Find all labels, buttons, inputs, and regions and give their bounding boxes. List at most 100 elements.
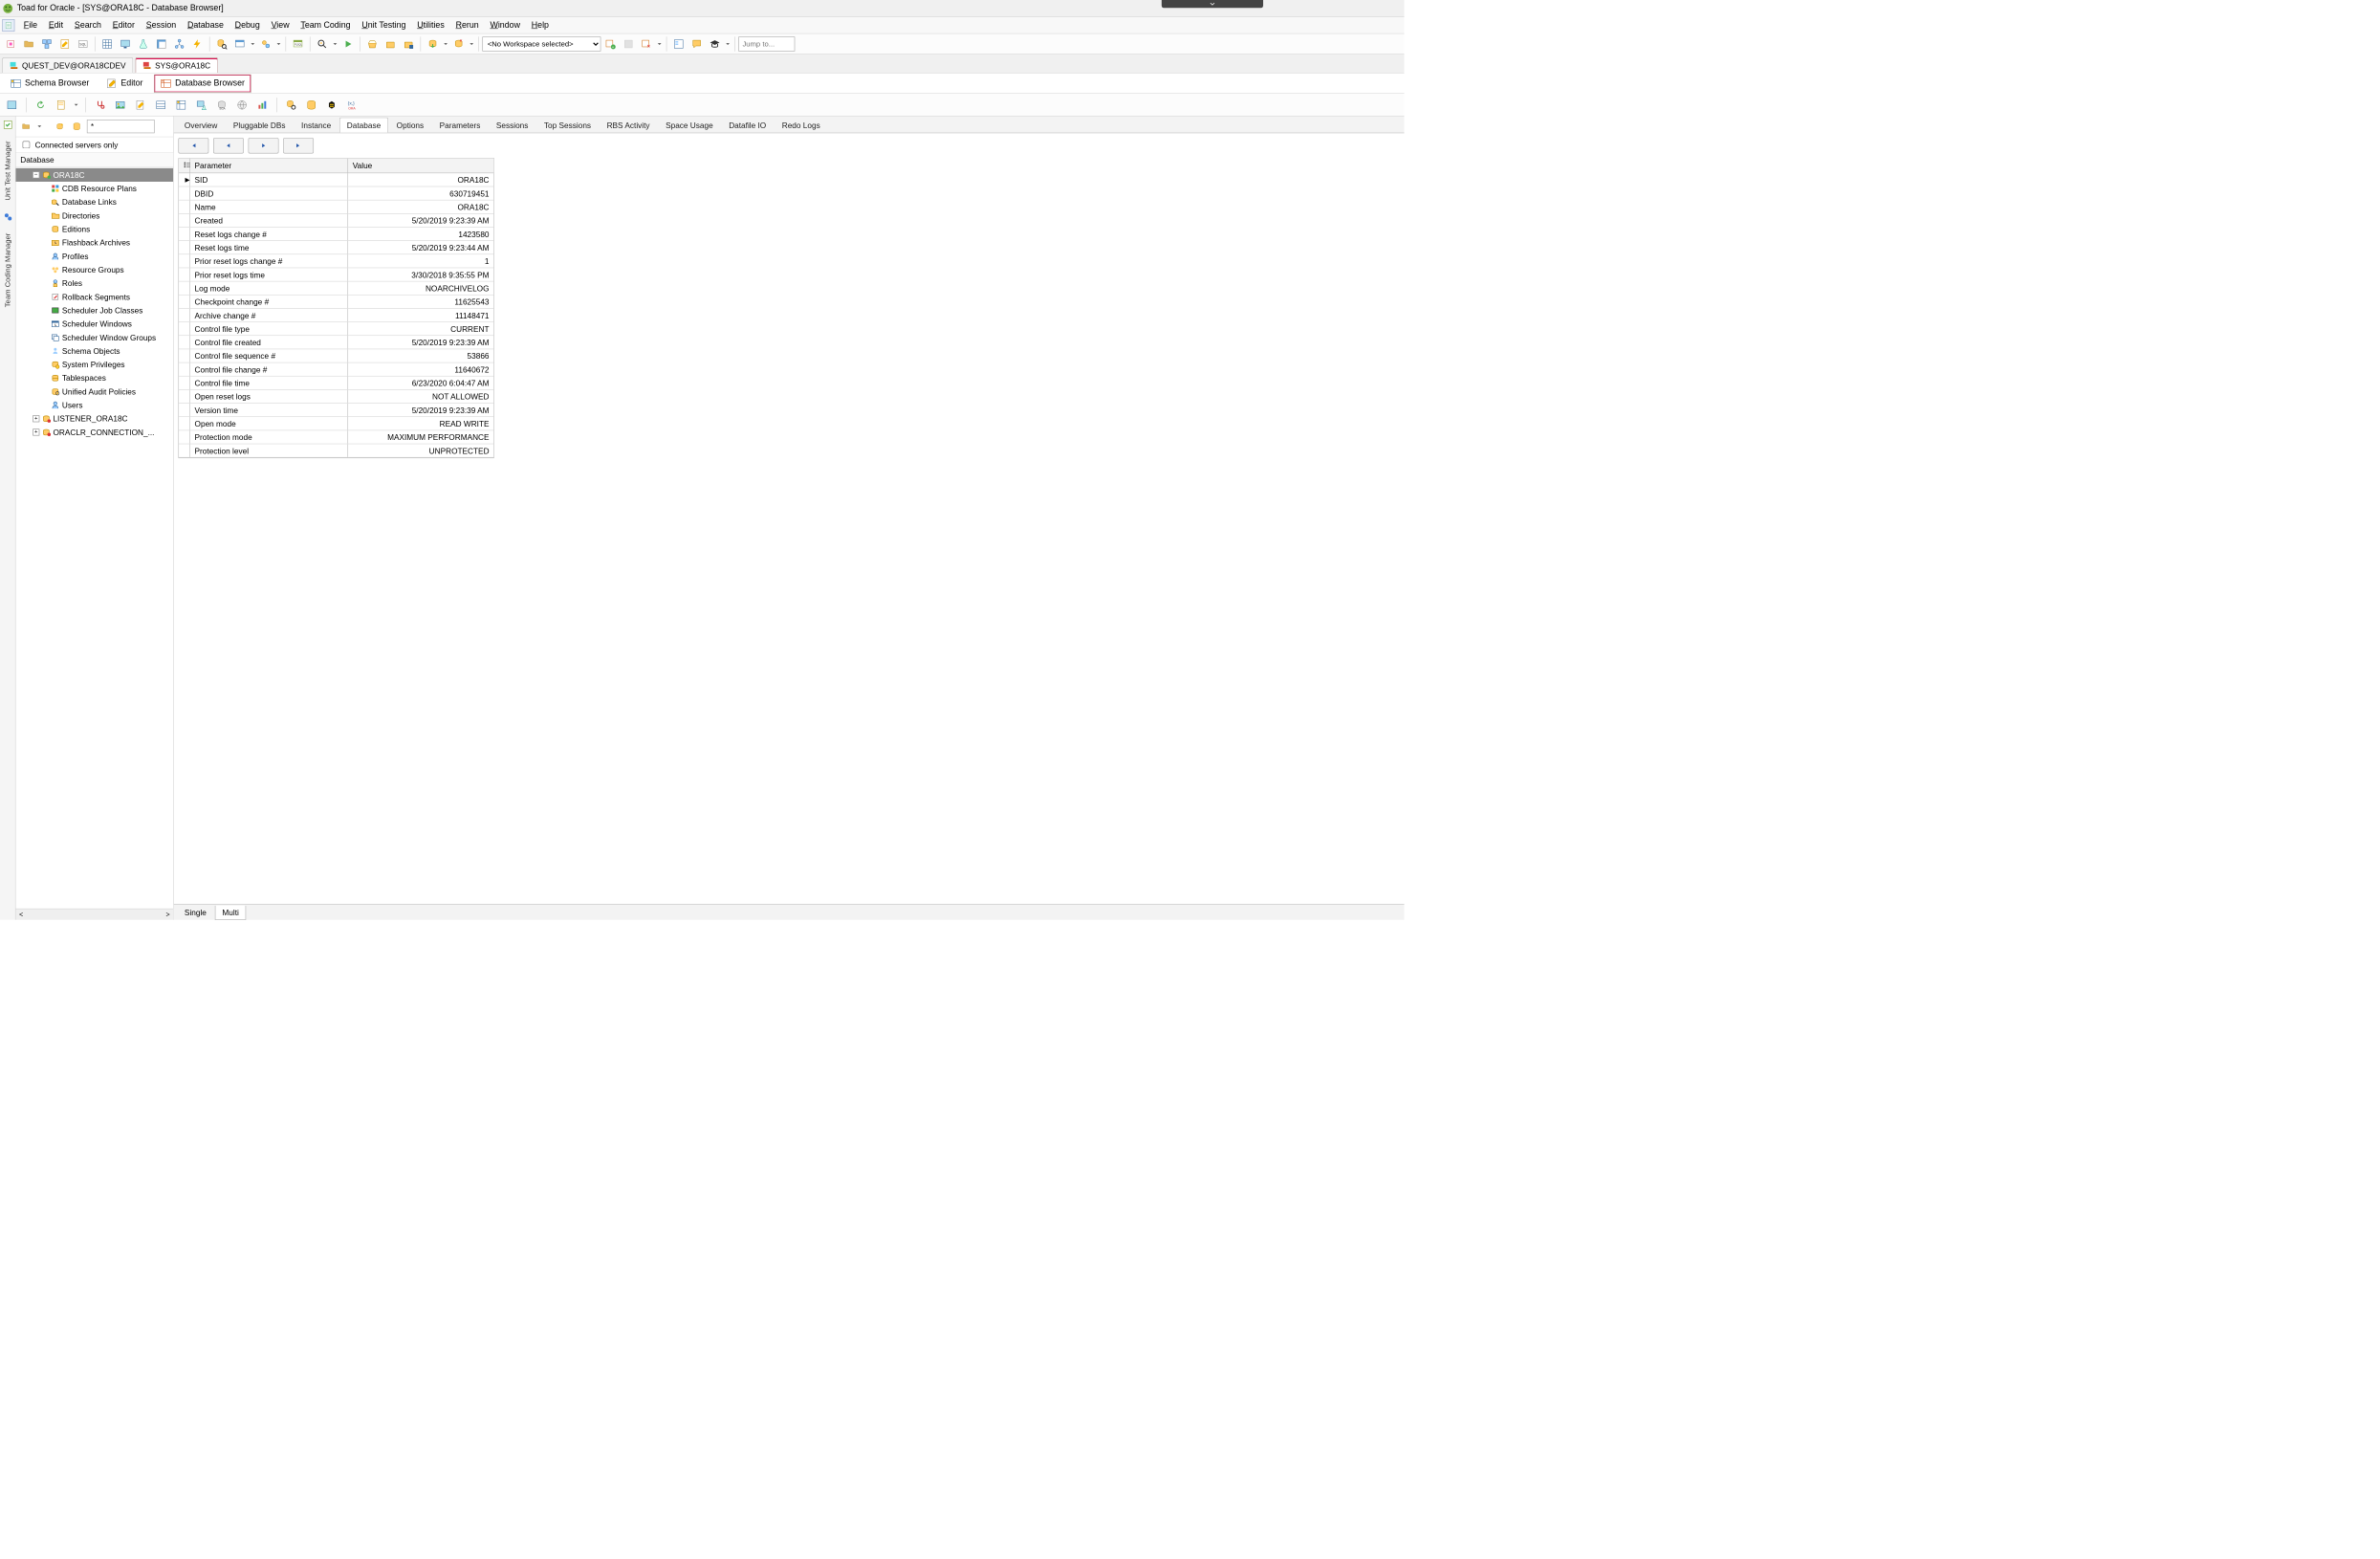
- grid-row[interactable]: Open modeREAD WRITE: [179, 417, 493, 430]
- dropdown-arrow[interactable]: [275, 41, 282, 46]
- grid-row[interactable]: Control file created5/20/2019 9:23:39 AM: [179, 336, 493, 349]
- plsql-debugger-button[interactable]: PLSQL: [290, 35, 307, 52]
- dropdown-arrow[interactable]: [725, 41, 731, 46]
- tree-node-child[interactable]: Scheduler Job Classes: [16, 303, 174, 317]
- basket-button[interactable]: [382, 35, 399, 52]
- tree-horizontal-scrollbar[interactable]: < >: [16, 909, 174, 920]
- workspace-save-button[interactable]: [620, 35, 637, 52]
- detail-tab-sessions[interactable]: Sessions: [489, 118, 535, 133]
- tree-node-child[interactable]: Scheduler Window Groups: [16, 331, 174, 344]
- tree-node-listener[interactable]: + LISTENER_ORA18C: [16, 412, 174, 426]
- dropdown-arrow[interactable]: [443, 41, 449, 46]
- view-tab-database-browser[interactable]: Database Browser: [154, 75, 251, 93]
- detail-tab-pluggable-dbs[interactable]: Pluggable DBs: [226, 118, 293, 133]
- detail-tab-space-usage[interactable]: Space Usage: [658, 118, 720, 133]
- options-button[interactable]: [670, 35, 688, 52]
- rollback-button[interactable]: ×: [450, 35, 468, 52]
- grid-row[interactable]: Log modeNOARCHIVELOG: [179, 281, 493, 295]
- trace-button[interactable]: [117, 35, 134, 52]
- jump-to-input[interactable]: [738, 36, 795, 51]
- menu-item-search[interactable]: Search: [69, 18, 107, 33]
- menu-item-file[interactable]: File: [18, 18, 43, 33]
- db-cylinder-button[interactable]: [70, 120, 83, 133]
- connected-only-toggle[interactable]: Connected servers only: [16, 137, 174, 153]
- tree-node-child[interactable]: Resource Groups: [16, 263, 174, 276]
- grid-row[interactable]: Control file sequence #53866: [179, 349, 493, 362]
- rail-tab-unit-test[interactable]: Unit Test Manager: [2, 138, 12, 204]
- scroll-right-icon[interactable]: >: [165, 911, 169, 918]
- grid-row[interactable]: Open reset logsNOT ALLOWED: [179, 390, 493, 404]
- workspace-select[interactable]: <No Workspace selected>: [482, 36, 600, 51]
- tree-node-child[interactable]: Rollback Segments: [16, 290, 174, 303]
- dbb-globe-button[interactable]: [233, 97, 251, 113]
- dropdown-arrow[interactable]: [36, 124, 43, 129]
- dropdown-arrow[interactable]: [332, 41, 338, 46]
- menu-item-debug[interactable]: Debug: [229, 18, 266, 33]
- view-tab-editor[interactable]: Editor: [100, 75, 148, 92]
- dbb-grid-button[interactable]: [152, 97, 169, 113]
- nav-next-button[interactable]: [249, 138, 279, 154]
- rail-tab-team-coding[interactable]: Team Coding Manager: [2, 230, 12, 311]
- grid-row[interactable]: Checkpoint change #11625543: [179, 296, 493, 309]
- open-basket-button[interactable]: [364, 35, 382, 52]
- grid-row[interactable]: Prior reset logs change #1: [179, 254, 493, 268]
- graduation-button[interactable]: [707, 35, 724, 52]
- tree-node-child[interactable]: Unified Audit Policies: [16, 384, 174, 398]
- collapsed-ribbon-handle[interactable]: [1162, 0, 1263, 8]
- bottom-tab-multi[interactable]: Multi: [215, 906, 247, 920]
- grid-row[interactable]: Created5/20/2019 9:23:39 AM: [179, 214, 493, 228]
- nav-prev-button[interactable]: [213, 138, 244, 154]
- new-db-button[interactable]: [53, 120, 66, 133]
- schema-browser-toolbar-button[interactable]: [38, 35, 55, 52]
- dbb-bee-button[interactable]: [323, 97, 340, 113]
- grid-row[interactable]: Control file time6/23/2020 6:04:47 AM: [179, 377, 493, 390]
- dbb-sga-button[interactable]: SGA: [213, 97, 230, 113]
- dbb-ora-xml-button[interactable]: {x,}ORA: [343, 97, 360, 113]
- menu-item-database[interactable]: Database: [182, 18, 229, 33]
- grid-row[interactable]: Protection modeMAXIMUM PERFORMANCE: [179, 430, 493, 444]
- detail-tab-redo-logs[interactable]: Redo Logs: [775, 118, 827, 133]
- tree-node-child[interactable]: System Privileges: [16, 358, 174, 371]
- workspace-add-button[interactable]: +: [602, 35, 620, 52]
- tree-node-child[interactable]: Users: [16, 399, 174, 412]
- open-file-button[interactable]: [20, 35, 37, 52]
- grid-row[interactable]: Prior reset logs time3/30/2018 9:35:55 P…: [179, 268, 493, 281]
- dropdown-arrow[interactable]: [469, 41, 475, 46]
- tree-node-oraclr[interactable]: + ORACLR_CONNECTION_...: [16, 426, 174, 439]
- dbb-refresh-button[interactable]: [33, 97, 50, 113]
- menu-item-editor[interactable]: Editor: [107, 18, 141, 33]
- open-folder-button[interactable]: [19, 120, 33, 133]
- chat-button[interactable]: [688, 35, 706, 52]
- menu-item-edit[interactable]: Edit: [43, 18, 69, 33]
- grid-indicator-header[interactable]: [179, 159, 190, 173]
- tree-node-child[interactable]: CDB Resource Plans: [16, 182, 174, 195]
- bottom-tab-single[interactable]: Single: [177, 906, 213, 920]
- run-script-button[interactable]: [339, 35, 357, 52]
- tree-node-ora18c[interactable]: − ORA18C: [16, 168, 174, 182]
- er-diagram-button[interactable]: [231, 35, 249, 52]
- tree-node-child[interactable]: Editions: [16, 222, 174, 235]
- tree-node-child[interactable]: Tablespaces: [16, 371, 174, 384]
- connection-tab-sys[interactable]: SYS@ORA18C: [135, 57, 217, 73]
- session-browser-button[interactable]: [98, 35, 116, 52]
- tree-node-child[interactable]: Directories: [16, 209, 174, 222]
- menu-item-rerun[interactable]: Rerun: [450, 18, 485, 33]
- sql-editor-button[interactable]: SQL: [75, 35, 92, 52]
- analyze-button[interactable]: [135, 35, 152, 52]
- dbb-find-db-button[interactable]: [283, 97, 300, 113]
- tree-node-child[interactable]: Scheduler Windows: [16, 318, 174, 331]
- dbb-monitor-flask-button[interactable]: [193, 97, 210, 113]
- grid-row[interactable]: Reset logs change #1423580: [179, 228, 493, 241]
- grid-row[interactable]: Version time5/20/2019 9:23:39 AM: [179, 404, 493, 417]
- grid-column-value[interactable]: Value: [348, 159, 493, 173]
- explain-plan-button[interactable]: [171, 35, 188, 52]
- tree-collapse-icon[interactable]: −: [33, 171, 39, 178]
- pivot-button[interactable]: [153, 35, 170, 52]
- grid-row[interactable]: NameORA18C: [179, 200, 493, 213]
- detail-tab-instance[interactable]: Instance: [294, 118, 338, 133]
- dropdown-arrow[interactable]: [73, 102, 79, 107]
- nav-first-button[interactable]: [178, 138, 208, 154]
- database-filter-input[interactable]: [87, 120, 155, 133]
- dbb-expand-button[interactable]: [4, 97, 21, 113]
- find-object-button[interactable]: [213, 35, 230, 52]
